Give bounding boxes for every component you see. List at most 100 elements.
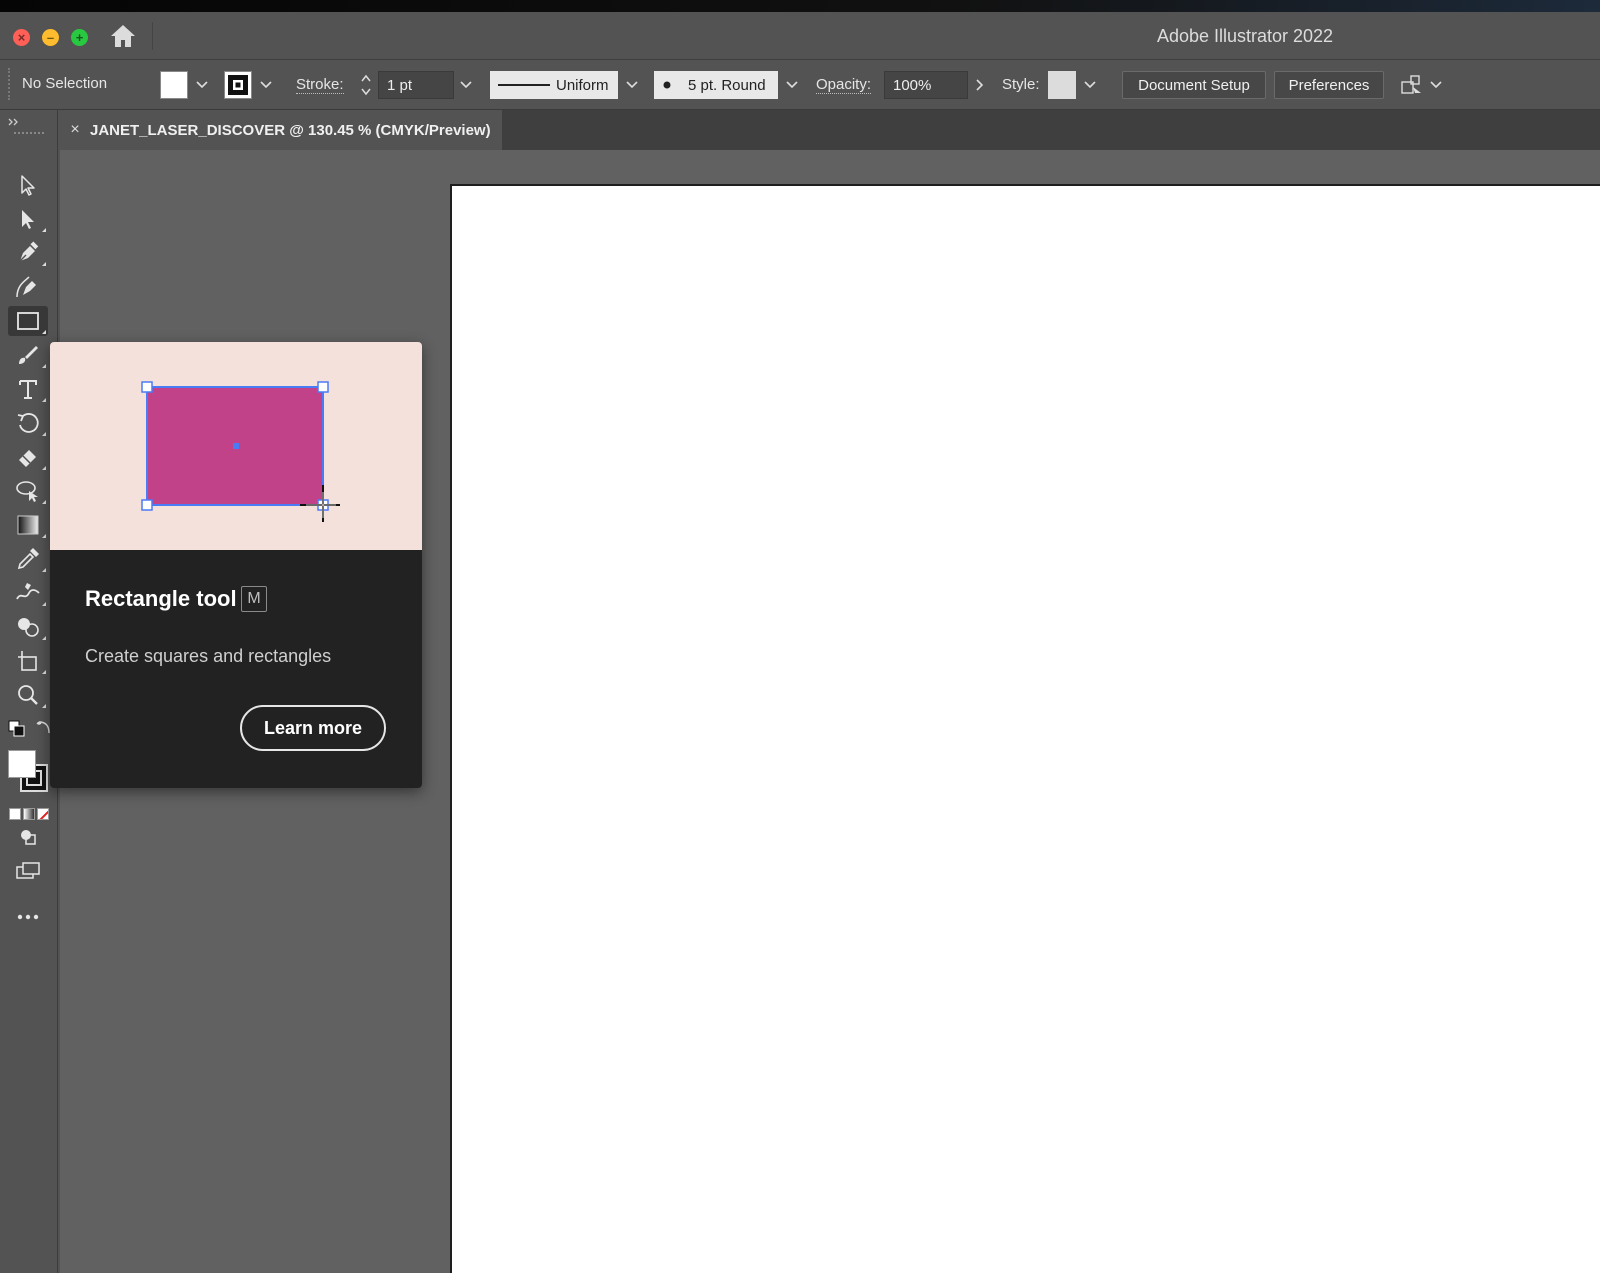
- brush-icon: [19, 346, 38, 364]
- none-mode-button[interactable]: [37, 808, 49, 820]
- control-bar-grip[interactable]: [8, 68, 10, 100]
- artboard-icon: [18, 651, 37, 671]
- puppet-warp-tool[interactable]: [8, 578, 48, 608]
- screen-mode-button[interactable]: [8, 856, 48, 886]
- graphic-style-swatch[interactable]: [1048, 71, 1076, 99]
- chevron-down-icon: [460, 81, 472, 89]
- draw-modes-icon: [21, 830, 36, 845]
- artboard-tool[interactable]: [8, 646, 48, 676]
- minimize-icon: –: [46, 30, 55, 45]
- rectangle-demo-illustration: [141, 381, 340, 522]
- stroke-swatch[interactable]: [224, 71, 252, 99]
- brush-dot-icon: [663, 81, 671, 89]
- chevron-down-icon: [1084, 81, 1096, 89]
- curvature-tool[interactable]: [8, 272, 48, 302]
- subtools-indicator: [42, 330, 46, 334]
- learn-more-button[interactable]: Learn more: [240, 705, 386, 751]
- arrange-documents-button[interactable]: [1396, 71, 1426, 99]
- document-tab-bar: × JANET_LASER_DISCOVER @ 130.45 % (CMYK/…: [60, 110, 1600, 150]
- title-bar: × – + Adobe Illustrator 2022: [0, 12, 1600, 60]
- gradient-tool[interactable]: [8, 510, 48, 540]
- home-button[interactable]: [108, 22, 138, 50]
- document-setup-button[interactable]: Document Setup: [1122, 71, 1266, 99]
- rectangle-icon: [17, 312, 39, 330]
- opacity-field[interactable]: 100%: [884, 71, 968, 99]
- gradient-mode-button[interactable]: [23, 808, 35, 820]
- subtools-indicator: [42, 228, 46, 232]
- brush-definition-dropdown[interactable]: [782, 73, 802, 97]
- rotate-tool[interactable]: [8, 408, 48, 438]
- eyedropper-tool[interactable]: [8, 544, 48, 574]
- rectangle-tool[interactable]: [8, 306, 48, 336]
- home-icon: [111, 25, 135, 47]
- fill-swatch[interactable]: [160, 71, 188, 99]
- shape-builder-tool[interactable]: [8, 612, 48, 642]
- selection-tool[interactable]: [8, 170, 48, 200]
- chevron-down-icon: [626, 81, 638, 89]
- subtools-indicator: [42, 262, 46, 266]
- stroke-weight-dropdown[interactable]: [456, 73, 476, 97]
- collapse-panel-button[interactable]: [8, 114, 28, 126]
- tools-panel-grip[interactable]: [14, 132, 44, 136]
- minimize-window-button[interactable]: –: [42, 29, 59, 46]
- illustrator-window: × – + Adobe Illustrator 2022 No Selectio…: [0, 12, 1600, 1273]
- transform-icon: [1401, 75, 1421, 94]
- document-tab[interactable]: × JANET_LASER_DISCOVER @ 130.45 % (CMYK/…: [60, 110, 502, 150]
- brush-definition-field[interactable]: 5 pt. Round: [654, 71, 778, 99]
- paintbrush-tool[interactable]: [8, 340, 48, 370]
- zoom-window-button[interactable]: +: [71, 29, 88, 46]
- pen-tool[interactable]: [8, 238, 48, 268]
- title-bar-divider: [152, 22, 153, 50]
- desktop-background: [0, 0, 1600, 12]
- arrange-dropdown[interactable]: [1426, 73, 1446, 97]
- selection-status: No Selection: [22, 75, 108, 92]
- chevron-down-icon: [260, 81, 272, 89]
- default-colors-button[interactable]: [8, 720, 26, 738]
- graphic-style-dropdown[interactable]: [1080, 73, 1100, 97]
- stroke-line-icon: [498, 84, 550, 86]
- arrow-outline-icon: [21, 175, 35, 196]
- eraser-tool[interactable]: [8, 442, 48, 472]
- drawing-modes-button[interactable]: [8, 822, 48, 852]
- tooltip-preview: [50, 342, 422, 550]
- stroke-swatch-icon: [228, 75, 248, 95]
- subtools-indicator: [42, 398, 46, 402]
- opacity-label[interactable]: Opacity:: [816, 76, 872, 94]
- chevron-down-icon: [1430, 81, 1442, 89]
- lasso-tool[interactable]: [8, 476, 48, 506]
- close-window-button[interactable]: ×: [13, 29, 30, 46]
- color-mode-button[interactable]: [9, 808, 21, 820]
- chevron-right-icon: [976, 79, 984, 91]
- double-chevron-icon: [8, 118, 18, 126]
- arrow-filled-icon: [22, 210, 34, 229]
- tooltip-shortcut-key: M: [241, 586, 267, 612]
- artboard[interactable]: [450, 184, 1600, 1273]
- none-slash-icon: [39, 810, 48, 819]
- type-tool[interactable]: [8, 374, 48, 404]
- stroke-profile-dropdown[interactable]: [622, 73, 642, 97]
- fill-dropdown[interactable]: [192, 73, 212, 97]
- edit-toolbar-button[interactable]: [8, 902, 48, 932]
- type-icon: [19, 380, 37, 399]
- subtools-indicator: [42, 500, 46, 504]
- tooltip-description: Create squares and rectangles: [85, 646, 332, 666]
- chevron-down-icon: [786, 81, 798, 89]
- lasso-icon: [16, 481, 38, 502]
- more-dots-icon: [17, 914, 39, 920]
- chevron-down-icon: [196, 81, 208, 89]
- stroke-dropdown[interactable]: [256, 73, 276, 97]
- stroke-profile-field[interactable]: Uniform: [490, 71, 618, 99]
- tooltip-body: Rectangle tool M Create squares and rect…: [50, 550, 422, 788]
- preferences-button[interactable]: Preferences: [1274, 71, 1384, 99]
- fill-color-box[interactable]: [8, 750, 36, 778]
- stroke-label[interactable]: Stroke:: [296, 76, 344, 94]
- curvature-pen-icon: [16, 276, 36, 298]
- zoom-tool[interactable]: [8, 680, 48, 710]
- control-bar: No Selection Stroke: 1 pt Uniform 5 pt.: [0, 60, 1600, 110]
- opacity-slider-button[interactable]: [970, 73, 990, 97]
- subtools-indicator: [42, 568, 46, 572]
- stroke-weight-field[interactable]: 1 pt: [378, 71, 454, 99]
- stroke-weight-stepper[interactable]: [356, 70, 376, 100]
- direct-selection-tool[interactable]: [8, 204, 48, 234]
- close-tab-icon[interactable]: ×: [60, 121, 90, 139]
